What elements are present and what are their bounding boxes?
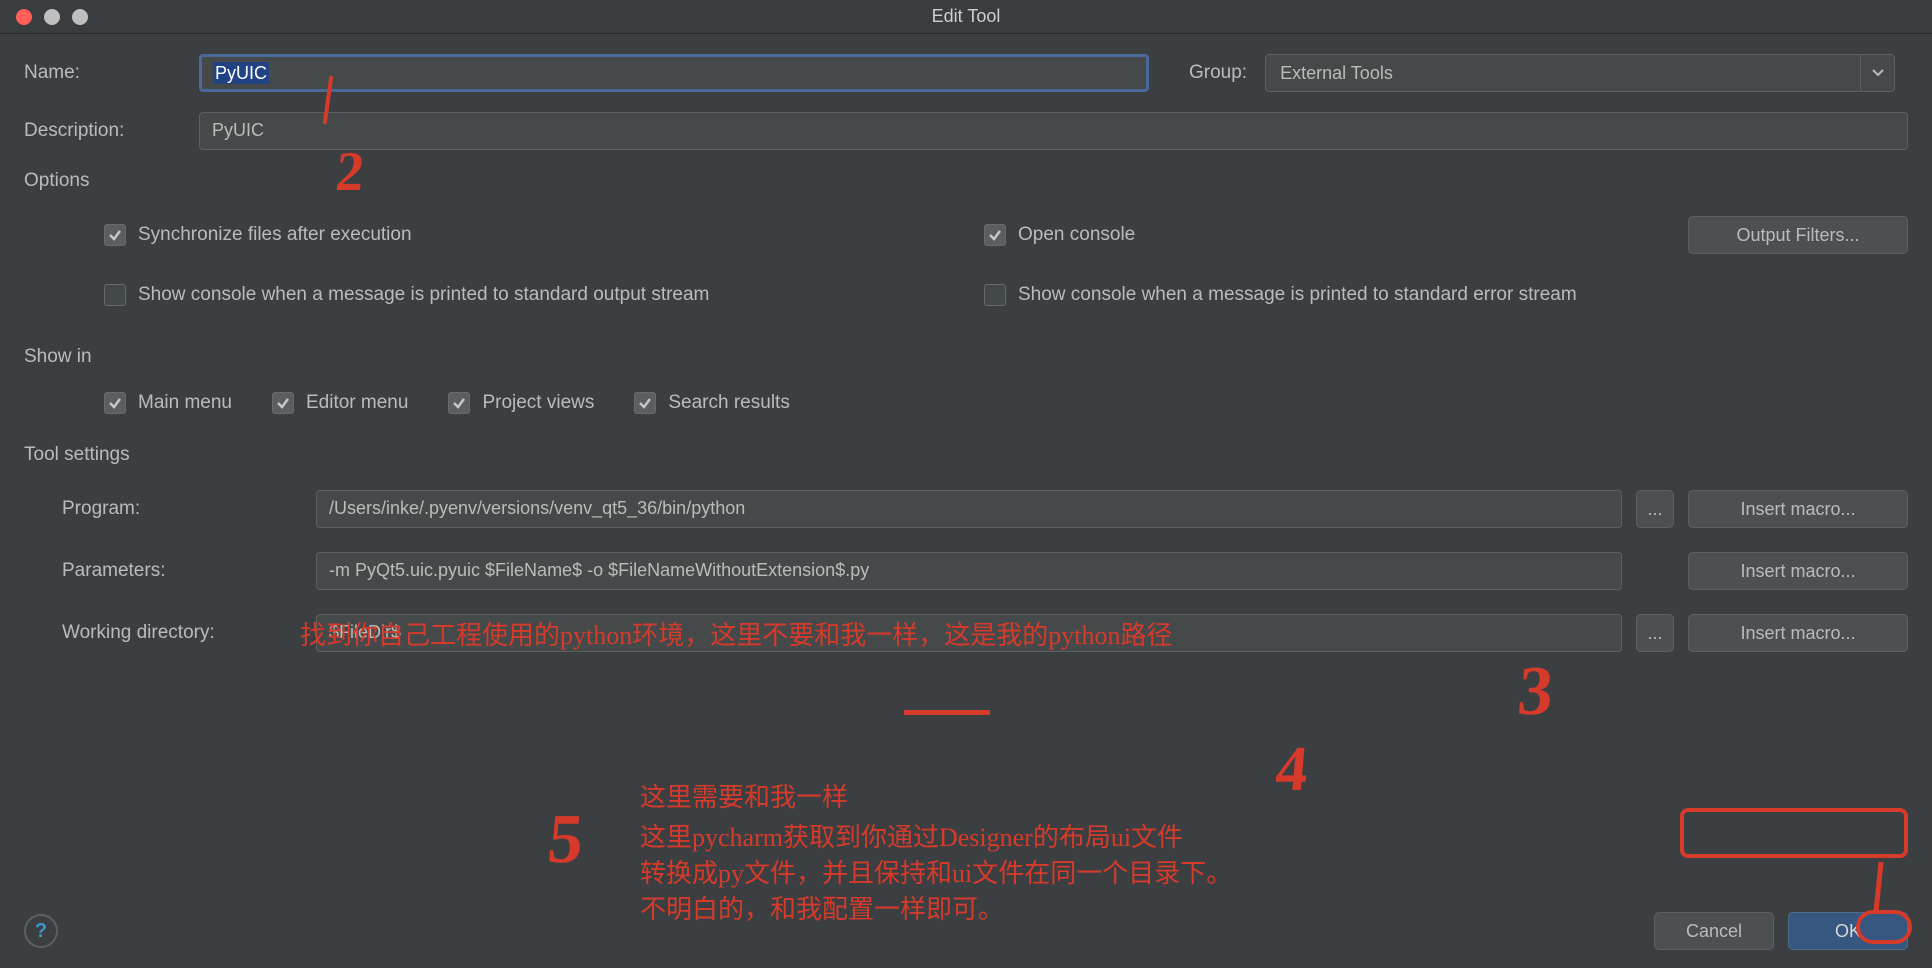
title-bar: Edit Tool — [0, 0, 1932, 34]
checkbox-icon — [984, 284, 1006, 306]
insert-macro-label: Insert macro... — [1740, 499, 1855, 520]
options-row-2: Show console when a message is printed t… — [24, 284, 1908, 306]
annotation-number-4: 4 — [1273, 732, 1311, 806]
name-input[interactable]: PyUIC — [199, 54, 1149, 92]
annotation-text-2: 这里需要和我一样 — [640, 780, 848, 815]
workdir-input[interactable]: $FileDir$ — [316, 614, 1622, 652]
workdir-insert-macro-button[interactable]: Insert macro... — [1688, 614, 1908, 652]
program-label: Program: — [62, 498, 302, 520]
annotation-text-3: 这里pycharm获取到你通过Designer的布局ui文件 — [640, 820, 1183, 855]
project-views-label: Project views — [482, 392, 594, 414]
editor-menu-checkbox[interactable]: Editor menu — [272, 392, 408, 414]
workdir-input-value: $FileDir$ — [329, 622, 401, 642]
tool-settings-heading: Tool settings — [24, 444, 1908, 466]
project-views-checkbox[interactable]: Project views — [448, 392, 594, 414]
program-insert-macro-button[interactable]: Insert macro... — [1688, 490, 1908, 528]
ok-button[interactable]: OK — [1788, 912, 1908, 950]
name-label: Name: — [24, 62, 199, 84]
open-console-checkbox[interactable]: Open console — [984, 224, 1688, 246]
workdir-label: Working directory: — [62, 622, 302, 644]
description-input-value: PyUIC — [212, 120, 264, 140]
stderr-label: Show console when a message is printed t… — [1018, 284, 1577, 306]
checkbox-icon — [984, 224, 1006, 246]
search-results-label: Search results — [668, 392, 789, 414]
search-results-checkbox[interactable]: Search results — [634, 392, 789, 414]
open-console-label: Open console — [1018, 224, 1135, 246]
group-label: Group: — [1189, 62, 1247, 84]
description-row: Description: PyUIC — [24, 112, 1908, 150]
show-in-heading: Show in — [24, 346, 1908, 368]
stderr-checkbox[interactable]: Show console when a message is printed t… — [984, 284, 1577, 306]
parameters-input-value: -m PyQt5.uic.pyuic $FileName$ -o $FileNa… — [329, 560, 869, 580]
sync-files-checkbox[interactable]: Synchronize files after execution — [104, 224, 984, 246]
stdout-label: Show console when a message is printed t… — [138, 284, 709, 306]
options-heading: Options — [24, 170, 1908, 192]
checkbox-icon — [104, 284, 126, 306]
insert-macro-label: Insert macro... — [1740, 561, 1855, 582]
group-combo-value: External Tools — [1266, 63, 1860, 84]
description-input[interactable]: PyUIC — [199, 112, 1908, 150]
group-combo[interactable]: External Tools — [1265, 54, 1895, 92]
checkbox-icon — [104, 392, 126, 414]
checkbox-icon — [104, 224, 126, 246]
show-in-row: Main menu Editor menu Project views Sear… — [24, 392, 1908, 414]
ok-label: OK — [1835, 921, 1861, 942]
annotation-number-5: 5 — [545, 800, 587, 880]
annotation-box-insert-macro — [1680, 808, 1908, 858]
help-icon: ? — [35, 920, 47, 943]
output-filters-label: Output Filters... — [1736, 225, 1859, 246]
program-input-value: /Users/inke/.pyenv/versions/venv_qt5_36/… — [329, 498, 745, 518]
sync-files-label: Synchronize files after execution — [138, 224, 412, 246]
parameters-input[interactable]: -m PyQt5.uic.pyuic $FileName$ -o $FileNa… — [316, 552, 1622, 590]
name-group-row: Name: PyUIC Group: External Tools — [24, 54, 1908, 92]
checkbox-icon — [448, 392, 470, 414]
main-menu-label: Main menu — [138, 392, 232, 414]
description-label: Description: — [24, 120, 199, 142]
workdir-row: Working directory: $FileDir$ ... Insert … — [24, 614, 1908, 652]
ellipsis-icon: ... — [1647, 499, 1662, 520]
editor-menu-label: Editor menu — [306, 392, 408, 414]
options-row-1: Synchronize files after execution Open c… — [24, 216, 1908, 254]
parameters-row: Parameters: -m PyQt5.uic.pyuic $FileName… — [24, 552, 1908, 590]
checkbox-icon — [272, 392, 294, 414]
insert-macro-label: Insert macro... — [1740, 623, 1855, 644]
checkbox-icon — [634, 392, 656, 414]
program-row: Program: /Users/inke/.pyenv/versions/ven… — [24, 490, 1908, 528]
help-button[interactable]: ? — [24, 914, 58, 948]
parameters-insert-macro-button[interactable]: Insert macro... — [1688, 552, 1908, 590]
workdir-browse-button[interactable]: ... — [1636, 614, 1674, 652]
stdout-checkbox[interactable]: Show console when a message is printed t… — [104, 284, 984, 306]
cancel-label: Cancel — [1686, 921, 1742, 942]
annotation-text-4: 转换成py文件，并且保持和ui文件在同一个目录下。 — [640, 856, 1232, 891]
cancel-button[interactable]: Cancel — [1654, 912, 1774, 950]
program-browse-button[interactable]: ... — [1636, 490, 1674, 528]
ellipsis-icon: ... — [1647, 623, 1662, 644]
window-title: Edit Tool — [0, 6, 1932, 27]
chevron-down-icon[interactable] — [1860, 55, 1894, 91]
dialog-footer: ? Cancel OK — [24, 912, 1908, 950]
annotation-arrow-down — [1873, 862, 1883, 912]
name-input-value: PyUIC — [213, 62, 269, 84]
main-menu-checkbox[interactable]: Main menu — [104, 392, 232, 414]
annotation-underline-python — [904, 710, 990, 715]
parameters-label: Parameters: — [62, 560, 302, 582]
program-input[interactable]: /Users/inke/.pyenv/versions/venv_qt5_36/… — [316, 490, 1622, 528]
output-filters-button[interactable]: Output Filters... — [1688, 216, 1908, 254]
